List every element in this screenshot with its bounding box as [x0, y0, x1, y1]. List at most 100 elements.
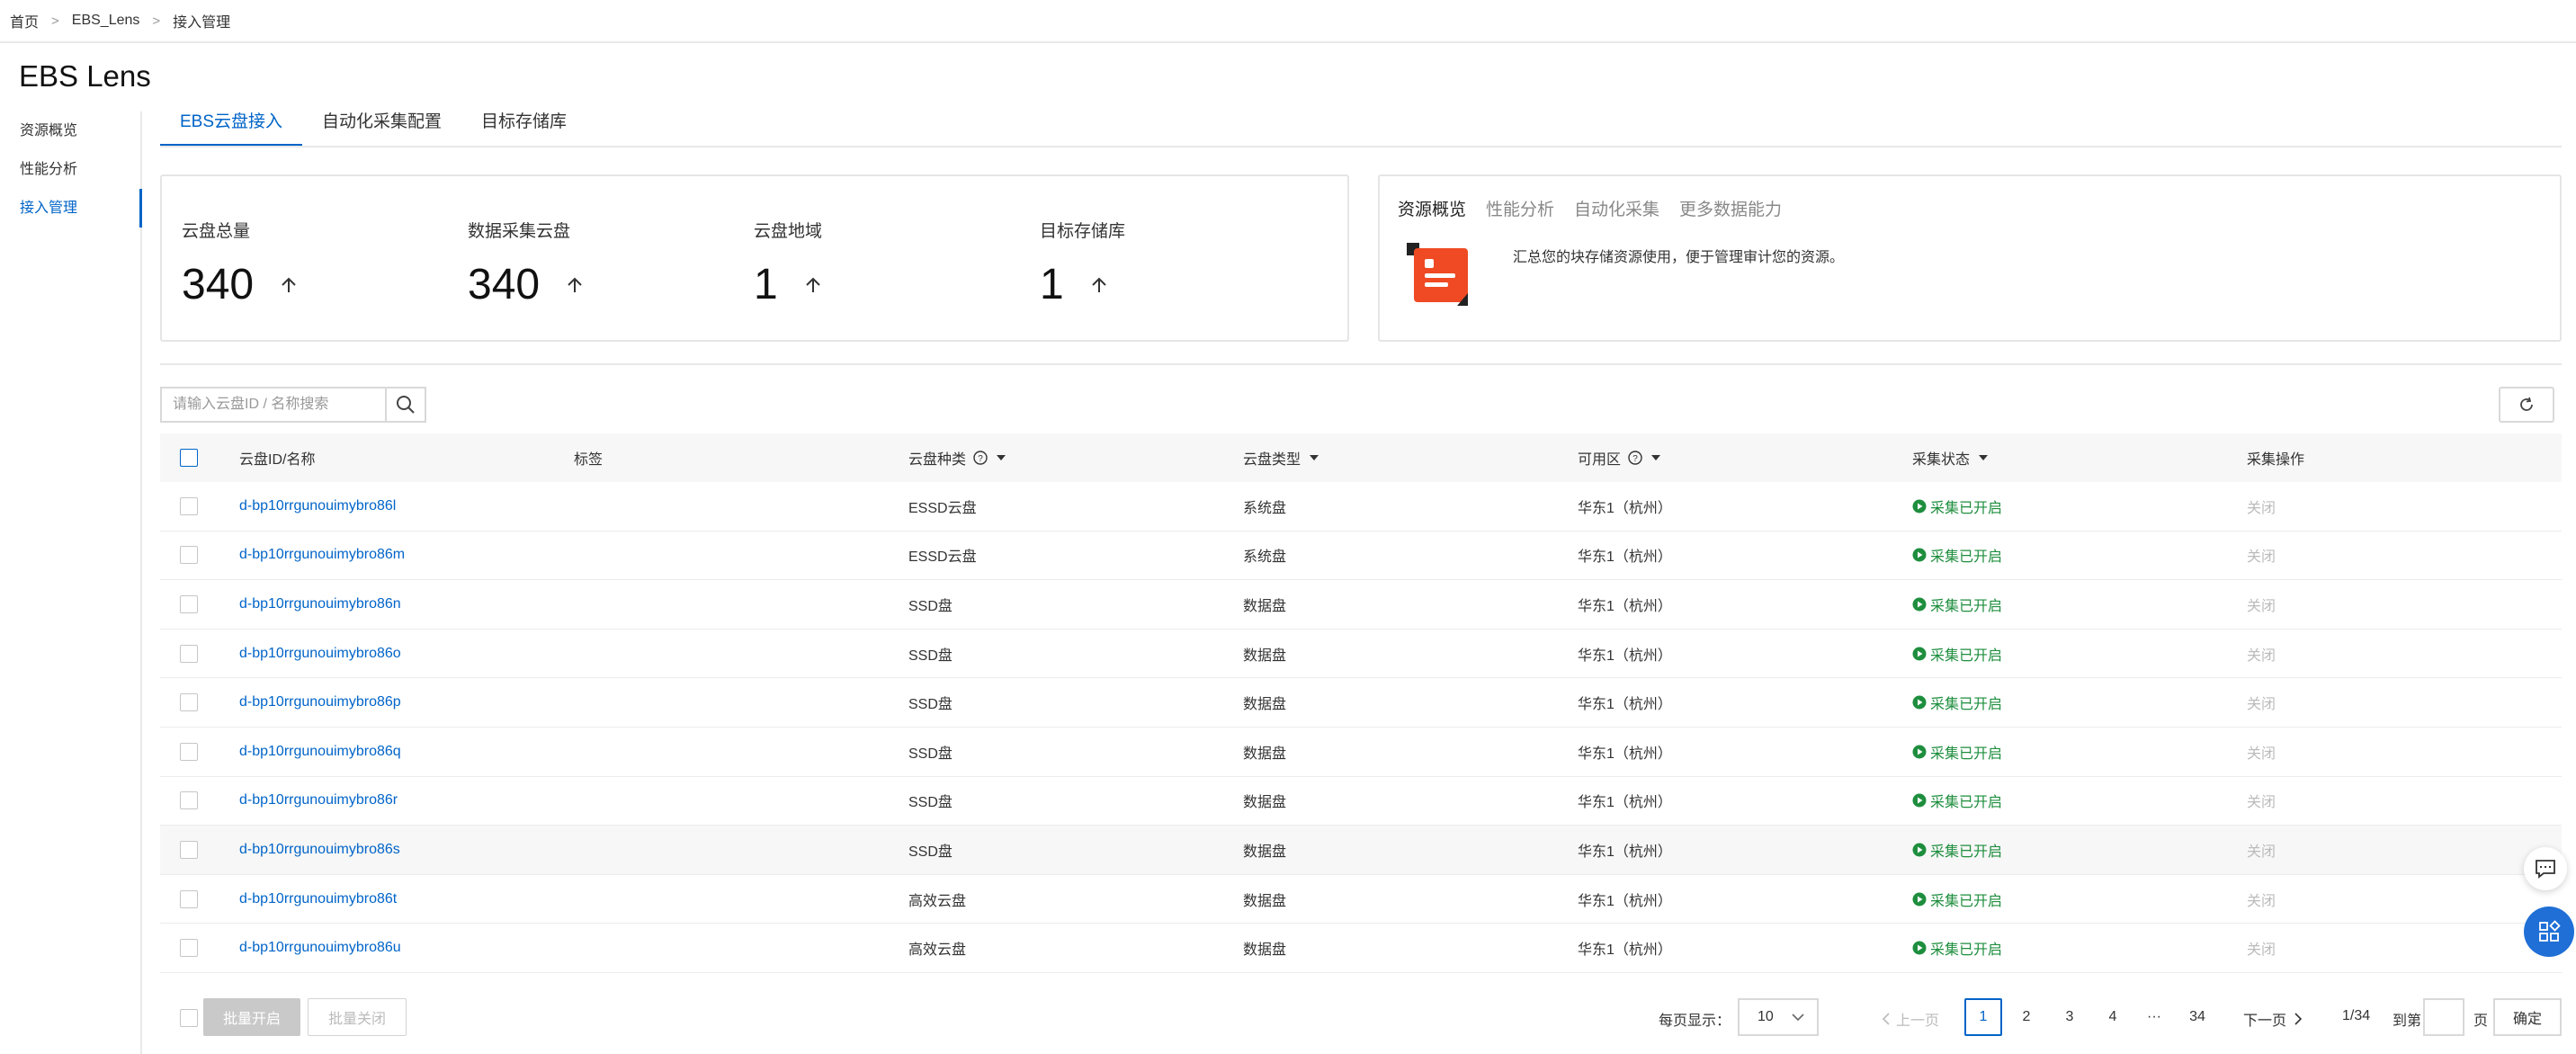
collect-status-label: 采集已开启: [1930, 697, 2003, 713]
collect-close-button[interactable]: 关闭: [2247, 544, 2276, 566]
collect-close-button[interactable]: 关闭: [2247, 741, 2276, 763]
page-2-button[interactable]: 2: [2008, 998, 2045, 1036]
refresh-button[interactable]: [2499, 387, 2554, 423]
collect-status-label: 采集已开启: [1930, 893, 2003, 909]
help-icon[interactable]: ?: [973, 451, 988, 465]
collect-close-button[interactable]: 关闭: [2247, 496, 2276, 517]
sort-caret-icon[interactable]: [1310, 455, 1319, 460]
row-checkbox[interactable]: [180, 644, 198, 663]
page-size-select[interactable]: 10: [1738, 998, 1819, 1036]
disk-id-link[interactable]: d-bp10rrgunouimybro86l: [239, 498, 396, 514]
sidebar-item-access-management[interactable]: 接入管理: [0, 189, 142, 228]
row-checkbox[interactable]: [180, 594, 198, 613]
page-1-button[interactable]: 1: [1964, 998, 2002, 1036]
help-icon[interactable]: ?: [1628, 451, 1642, 465]
collect-status: 采集已开启: [1912, 496, 2002, 517]
breadcrumb-product[interactable]: EBS_Lens: [72, 13, 140, 29]
batch-close-button[interactable]: 批量关闭: [308, 998, 407, 1036]
page-3-button[interactable]: 3: [2051, 998, 2089, 1036]
tab-auto-collect-config[interactable]: 自动化采集配置: [302, 101, 461, 147]
row-checkbox[interactable]: [180, 496, 198, 515]
breadcrumb: 首页 > EBS_Lens > 接入管理: [10, 10, 230, 31]
disk-id-link[interactable]: d-bp10rrgunouimybro86s: [239, 842, 400, 858]
play-circle-icon: [1912, 548, 1927, 562]
disk-zone: 华东1（杭州）: [1578, 746, 1672, 762]
info-tab-performance[interactable]: 性能分析: [1486, 196, 1554, 220]
sort-caret-icon[interactable]: [1651, 455, 1661, 460]
goto-label: 到第: [2393, 1014, 2422, 1029]
collect-close-button[interactable]: 关闭: [2247, 889, 2276, 910]
prev-page-button[interactable]: 上一页: [1882, 1008, 1939, 1030]
disk-id-link[interactable]: d-bp10rrgunouimybro86t: [239, 891, 397, 907]
stat-label: 数据采集云盘: [468, 222, 571, 241]
footer-select-all-checkbox[interactable]: [180, 1009, 198, 1027]
disk-id-link[interactable]: d-bp10rrgunouimybro86m: [239, 547, 405, 563]
row-checkbox[interactable]: [180, 889, 198, 908]
collect-close-button[interactable]: 关闭: [2247, 692, 2276, 713]
header-tag: 标签: [574, 452, 604, 468]
play-circle-icon: [1912, 647, 1927, 661]
goto-page-input[interactable]: [2423, 998, 2464, 1036]
stat-target-storage: 目标存储库 1: [1040, 218, 1125, 309]
info-description: 汇总您的块存储资源使用，便于管理审计您的资源。: [1513, 250, 1845, 265]
chevron-down-icon: [1792, 1014, 1804, 1022]
sidebar-item-label: 接入管理: [20, 201, 78, 216]
sidebar-item-performance[interactable]: 性能分析: [0, 150, 140, 189]
search-button[interactable]: [385, 389, 425, 421]
row-checkbox[interactable]: [180, 791, 198, 810]
page-4-button[interactable]: 4: [2094, 998, 2132, 1036]
row-checkbox[interactable]: [180, 742, 198, 761]
disk-id-link[interactable]: d-bp10rrgunouimybro86r: [239, 792, 398, 808]
disk-kind: SSD盘: [908, 648, 953, 664]
page-last-button[interactable]: 34: [2178, 998, 2216, 1036]
tab-ebs-access[interactable]: EBS云盘接入: [160, 101, 303, 147]
disk-id-link[interactable]: d-bp10rrgunouimybro86o: [239, 646, 401, 662]
collect-close-button[interactable]: 关闭: [2247, 643, 2276, 665]
disk-id-link[interactable]: d-bp10rrgunouimybro86u: [239, 940, 401, 956]
collect-close-button[interactable]: 关闭: [2247, 937, 2276, 959]
sidebar-item-overview[interactable]: 资源概览: [0, 112, 140, 150]
collect-close-button[interactable]: 关闭: [2247, 839, 2276, 861]
info-tab-auto-collect[interactable]: 自动化采集: [1574, 196, 1659, 220]
disk-id-link[interactable]: d-bp10rrgunouimybro86n: [239, 596, 401, 612]
sort-caret-icon[interactable]: [997, 455, 1006, 460]
chat-button[interactable]: [2524, 847, 2567, 890]
play-circle-icon: [1912, 843, 1927, 857]
tab-target-storage[interactable]: 目标存储库: [461, 101, 586, 147]
next-page-button[interactable]: 下一页: [2243, 1008, 2303, 1030]
row-checkbox[interactable]: [180, 840, 198, 859]
collect-status: 采集已开启: [1912, 937, 2002, 959]
chevron-right-icon: [2294, 1013, 2303, 1025]
collect-status: 采集已开启: [1912, 839, 2002, 861]
disk-id-link[interactable]: d-bp10rrgunouimybro86p: [239, 694, 401, 710]
disk-kind: ESSD云盘: [908, 500, 977, 516]
collect-close-button[interactable]: 关闭: [2247, 790, 2276, 811]
row-checkbox[interactable]: [180, 546, 198, 565]
header-label: 采集状态: [1912, 452, 1971, 468]
prev-label: 上一页: [1896, 1014, 1940, 1029]
info-tab-overview[interactable]: 资源概览: [1398, 196, 1466, 220]
header-label: 云盘种类: [908, 452, 967, 468]
batch-open-button[interactable]: 批量开启: [203, 998, 301, 1036]
table-footer: 批量开启 批量关闭 每页显示： 10 上一页 1 2 3 4 ··· 34 下一…: [160, 998, 2562, 1038]
disk-type: 数据盘: [1243, 697, 1287, 713]
row-checkbox[interactable]: [180, 939, 198, 958]
search-input[interactable]: [162, 389, 385, 421]
stat-label: 目标存储库: [1040, 222, 1126, 241]
select-all-checkbox[interactable]: [180, 449, 198, 467]
stat-regions: 云盘地域 1: [754, 218, 823, 309]
breadcrumb-home[interactable]: 首页: [10, 10, 39, 31]
goto-confirm-button[interactable]: 确定: [2493, 998, 2562, 1036]
disk-kind: 高效云盘: [908, 893, 967, 909]
row-checkbox[interactable]: [180, 693, 198, 712]
document-illustration-icon: [1407, 243, 1468, 306]
header-collect-op: 采集操作: [2247, 452, 2305, 468]
info-tab-more-data[interactable]: 更多数据能力: [1679, 196, 1782, 220]
sort-caret-icon[interactable]: [1979, 455, 1989, 460]
apps-button[interactable]: [2524, 907, 2574, 957]
page-suffix: 页: [2473, 1014, 2489, 1029]
collect-close-button[interactable]: 关闭: [2247, 594, 2276, 615]
disk-id-link[interactable]: d-bp10rrgunouimybro86q: [239, 744, 401, 760]
page-size-label: 每页显示：: [1659, 1014, 1731, 1029]
table-body: d-bp10rrgunouimybro86l ESSD云盘 系统盘 华东1（杭州） 采集…: [160, 482, 2562, 973]
